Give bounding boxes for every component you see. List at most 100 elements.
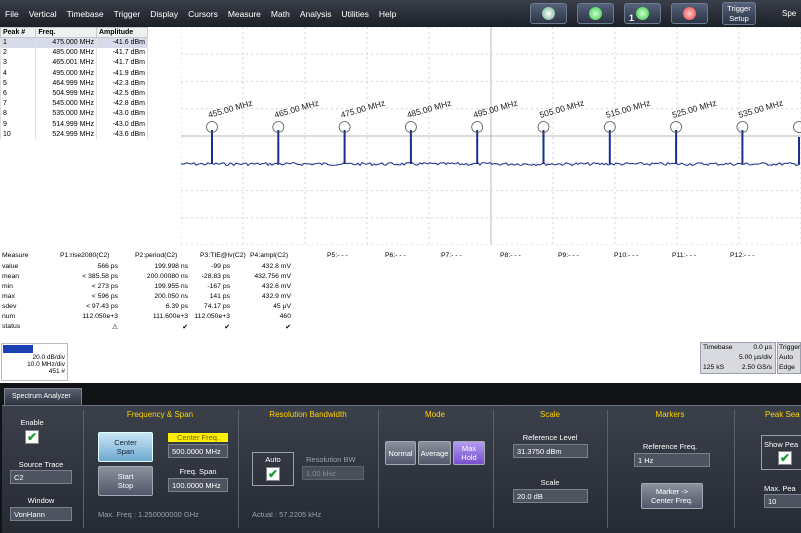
- reference-level-field[interactable]: 31.3750 dBm: [513, 444, 588, 458]
- measure-value: < 596 ps: [91, 293, 118, 300]
- menu-file[interactable]: File: [0, 9, 24, 19]
- peak-row[interactable]: 8 535.000 MHz -43.0 dBm: [0, 108, 149, 119]
- measure-param-header[interactable]: P12:- - -: [730, 252, 755, 259]
- menu-trigger[interactable]: Trigger: [109, 9, 146, 19]
- peak-row[interactable]: 9 514.999 MHz -43.0 dBm: [0, 119, 149, 130]
- measure-table: Measure P1:rise2080(C2) P2:period(C2) P3:TI…: [0, 250, 801, 345]
- channel-number: 1: [629, 13, 635, 23]
- spectrum-grid[interactable]: Sp455.00 MHz465.00 MHz475.00 MHz485.00 M…: [181, 27, 801, 245]
- scale-field[interactable]: 20.0 dB: [513, 489, 588, 503]
- measure-value: 200.00080 ns: [146, 273, 188, 280]
- peak-row[interactable]: 3 465.001 MHz -41.7 dBm: [0, 57, 149, 69]
- measure-param-header[interactable]: P2:period(C2): [135, 252, 177, 259]
- trigger-setup-button[interactable]: Trigger Setup: [722, 2, 756, 25]
- divider: [734, 410, 735, 528]
- stop-button[interactable]: [671, 3, 708, 24]
- timebase-offset: 0.0 µs: [753, 344, 772, 351]
- measure-header-row: Measure P1:rise2080(C2) P2:period(C2) P3:TI…: [0, 252, 801, 263]
- measure-value: 566 ps: [97, 263, 118, 270]
- mode-max-hold-button[interactable]: Max Hold: [453, 441, 485, 465]
- peak-number: 3: [0, 57, 37, 69]
- timebase-descriptor-box[interactable]: Timebase 0.0 µs 5.00 µs/div 125 kS 2.50 …: [700, 342, 776, 374]
- measure-row-label: max: [2, 293, 15, 300]
- measure-param-header[interactable]: P6:- - -: [385, 252, 406, 259]
- peak-frequency: 465.001 MHz: [35, 57, 97, 69]
- measure-value: ⚠: [111, 324, 118, 331]
- source-trace-field[interactable]: C2: [10, 470, 72, 484]
- single-button[interactable]: [577, 3, 614, 24]
- single-icon: [589, 7, 602, 20]
- auto-rbw-checkbox[interactable]: ✔: [266, 467, 280, 481]
- peak-row[interactable]: 1 475.000 MHz -41.6 dBm: [0, 37, 149, 48]
- peak-frequency: 475.000 MHz: [35, 37, 97, 48]
- mode-title: Mode: [424, 410, 445, 419]
- peak-number: 1: [0, 37, 37, 48]
- menu-utilities[interactable]: Utilities: [336, 9, 373, 19]
- peak-amplitude: -42.8 dBm: [95, 98, 149, 109]
- timebase-rate: 2.50 GS/s: [741, 364, 772, 371]
- measure-param-header[interactable]: P8:- - -: [500, 252, 521, 259]
- center-freq-field[interactable]: 500.0000 MHz: [168, 444, 228, 458]
- divider: [493, 410, 494, 528]
- measure-value: 199.955 ns: [154, 283, 188, 290]
- max-hold-label-1: Max: [461, 444, 477, 453]
- measure-value: -99 ps: [211, 263, 230, 270]
- center-span-label-2: Span: [116, 447, 135, 456]
- menu-math[interactable]: Math: [266, 9, 295, 19]
- menu-vertical[interactable]: Vertical: [24, 9, 62, 19]
- measure-param-header[interactable]: P4:ampl(C2): [250, 252, 288, 259]
- show-peaks-checkbox[interactable]: ✔: [778, 451, 792, 465]
- max-peaks-field[interactable]: 10: [764, 494, 801, 508]
- measure-param-header[interactable]: P1:rise2080(C2): [60, 252, 110, 259]
- mode-normal-button[interactable]: Normal: [385, 441, 416, 465]
- center-span-button[interactable]: Center Span: [98, 432, 153, 462]
- measure-row-label: status: [2, 323, 21, 330]
- peak-row[interactable]: 4 495.000 MHz -41.9 dBm: [0, 68, 149, 79]
- spectrum-menu-cut[interactable]: Spe: [782, 9, 796, 18]
- enable-checkbox[interactable]: ✔: [25, 430, 39, 444]
- normal-button[interactable]: 1: [624, 3, 661, 24]
- measure-param-header[interactable]: P3:TIE@lv(C2): [200, 252, 246, 259]
- menu-cursors[interactable]: Cursors: [183, 9, 223, 19]
- window-field[interactable]: VonHann: [10, 507, 72, 521]
- auto-setup-button[interactable]: [530, 3, 567, 24]
- menu-analysis[interactable]: Analysis: [295, 9, 337, 19]
- menu-display[interactable]: Display: [145, 9, 183, 19]
- markers-title: Markers: [655, 410, 685, 419]
- channel-descriptor-box[interactable]: 20.0 dB/div 10.0 MHz/div 451 #: [1, 343, 68, 381]
- channel-hdiv: 10.0 MHz/div: [27, 361, 65, 368]
- measure-param-header[interactable]: P9:- - -: [558, 252, 579, 259]
- freq-span-field[interactable]: 100.0000 MHz: [168, 478, 228, 492]
- reference-freq-label: Reference Freq.: [642, 442, 698, 451]
- mode-average-button[interactable]: Average: [418, 441, 451, 465]
- peak-row[interactable]: 7 545.000 MHz -42.8 dBm: [0, 98, 149, 109]
- menu-timebase[interactable]: Timebase: [62, 9, 109, 19]
- measure-param-header[interactable]: P7:- - -: [441, 252, 462, 259]
- tab-spectrum-analyzer[interactable]: Spectrum Analyzer: [4, 388, 82, 406]
- peak-row[interactable]: 2 485.000 MHz -41.7 dBm: [0, 47, 149, 58]
- measure-param-header[interactable]: P10:- - -: [614, 252, 639, 259]
- peak-row[interactable]: 6 504.999 MHz -42.5 dBm: [0, 88, 149, 99]
- menu-measure[interactable]: Measure: [223, 9, 266, 19]
- rbw-field[interactable]: 1.00 kHz: [302, 466, 364, 480]
- measure-param-header[interactable]: P5:- - -: [327, 252, 348, 259]
- measure-value: < 273 ps: [91, 283, 118, 290]
- peak-row[interactable]: 10 524.999 MHz -43.6 dBm: [0, 129, 149, 140]
- source-trace-label: Source Trace: [18, 460, 64, 469]
- reference-freq-field[interactable]: 1 Hz: [634, 453, 710, 467]
- peak-row[interactable]: 5 464.999 MHz -42.3 dBm: [0, 78, 149, 89]
- peak-frequency: 495.000 MHz: [35, 68, 97, 79]
- measure-value: 141 ps: [209, 293, 230, 300]
- trigger-descriptor-box[interactable]: Trigger Auto Edge: [777, 342, 801, 374]
- menu-help[interactable]: Help: [374, 9, 401, 19]
- measure-value: 432.8 mV: [261, 263, 291, 270]
- marker-btn-label-2: Center Freq.: [650, 496, 694, 505]
- peak-table: Peak # Freq. Amplitude 1 475.000 MHz -41.6…: [0, 27, 149, 140]
- start-stop-button[interactable]: Start Stop: [98, 466, 153, 496]
- divider: [378, 410, 379, 528]
- measure-param-header[interactable]: P11:- - -: [672, 252, 696, 259]
- marker-to-center-button[interactable]: Marker -> Center Freq.: [641, 483, 703, 509]
- center-span-label-1: Center: [114, 438, 137, 447]
- peak-amplitude: -41.9 dBm: [95, 68, 149, 79]
- peak-frequency: 545.000 MHz: [35, 98, 97, 109]
